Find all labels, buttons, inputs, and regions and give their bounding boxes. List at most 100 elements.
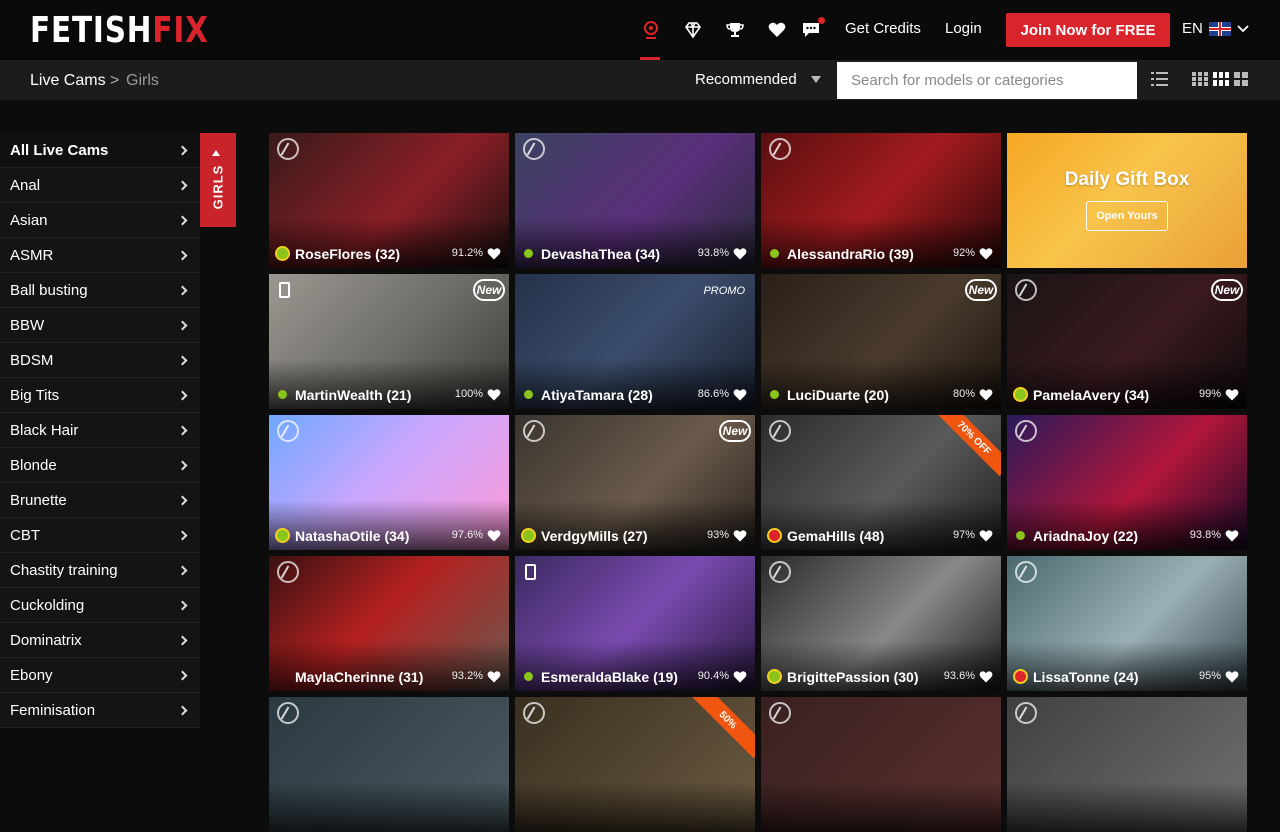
sidebar-item[interactable]: Big Tits: [0, 378, 200, 413]
model-card[interactable]: DevashaThea (34) 93.8%: [515, 133, 755, 268]
model-rating: 93.8%: [697, 247, 729, 259]
favorite-heart-icon[interactable]: [487, 247, 501, 260]
small-grid-view-icon[interactable]: [1192, 72, 1208, 91]
sidebar-item[interactable]: Ball busting: [0, 273, 200, 308]
girls-tab[interactable]: GIRLS: [200, 133, 236, 227]
sidebar-item[interactable]: Blonde: [0, 448, 200, 483]
sidebar-item[interactable]: Cuckolding: [0, 588, 200, 623]
model-card[interactable]: EsmeraldaBlake (19) 90.4%: [515, 556, 755, 691]
sidebar-item[interactable]: BBW: [0, 308, 200, 343]
model-name[interactable]: MartinWealth (21): [295, 387, 411, 403]
favorite-heart-icon[interactable]: [1225, 670, 1239, 683]
favorite-heart-icon[interactable]: [979, 388, 993, 401]
language-selector[interactable]: EN: [1182, 20, 1249, 37]
model-name[interactable]: MaylaCherinne (31): [295, 669, 423, 685]
join-now-button[interactable]: Join Now for FREE: [1006, 13, 1170, 47]
favorite-heart-icon[interactable]: [733, 247, 747, 260]
sidebar-item[interactable]: Ebony: [0, 658, 200, 693]
site-logo[interactable]: FETISH FIX: [30, 10, 209, 51]
favorite-heart-icon[interactable]: [487, 388, 501, 401]
online-status-dot: [524, 390, 533, 399]
model-card[interactable]: PROMO AtiyaTamara (28) 86.6%: [515, 274, 755, 409]
model-card[interactable]: New MartinWealth (21) 100%: [269, 274, 509, 409]
sidebar-item[interactable]: All Live Cams: [0, 133, 200, 168]
sidebar-item[interactable]: CBT: [0, 518, 200, 553]
model-name[interactable]: RoseFlores (32): [295, 246, 400, 262]
favorite-heart-icon[interactable]: [1225, 388, 1239, 401]
model-name[interactable]: LuciDuarte (20): [787, 387, 889, 403]
breadcrumb-live-cams[interactable]: Live Cams: [30, 72, 106, 90]
online-status-dot: [1013, 387, 1028, 402]
favorite-heart-icon[interactable]: [1225, 529, 1239, 542]
login-link[interactable]: Login: [945, 20, 982, 37]
sidebar-item[interactable]: Anal: [0, 168, 200, 203]
sidebar-item[interactable]: Asian: [0, 203, 200, 238]
model-name[interactable]: AriadnaJoy (22): [1033, 528, 1138, 544]
sidebar-item[interactable]: Feminisation: [0, 693, 200, 728]
model-card[interactable]: [761, 697, 1001, 832]
model-name[interactable]: VerdgyMills (27): [541, 528, 648, 544]
sidebar-item[interactable]: ASMR: [0, 238, 200, 273]
favorite-heart-icon[interactable]: [979, 670, 993, 683]
model-name[interactable]: AlessandraRio (39): [787, 246, 914, 262]
diamond-icon[interactable]: [681, 18, 705, 42]
get-credits-link[interactable]: Get Credits: [845, 20, 921, 37]
model-name[interactable]: NatashaOtile (34): [295, 528, 409, 544]
model-name[interactable]: EsmeraldaBlake (19): [541, 669, 678, 685]
sidebar-item-label: BBW: [10, 316, 45, 334]
model-card[interactable]: AlessandraRio (39) 92%: [761, 133, 1001, 268]
sidebar-item[interactable]: Dominatrix: [0, 623, 200, 658]
model-card[interactable]: [269, 697, 509, 832]
sidebar-item[interactable]: Chastity training: [0, 553, 200, 588]
model-card[interactable]: 50%: [515, 697, 755, 832]
search-input[interactable]: [837, 62, 1137, 99]
chevron-right-icon: [177, 320, 188, 330]
model-card[interactable]: New PamelaAvery (34) 99%: [1007, 274, 1247, 409]
favorite-heart-icon[interactable]: [979, 529, 993, 542]
online-status-dot: [770, 390, 779, 399]
model-name[interactable]: BrigittePassion (30): [787, 669, 918, 685]
favorite-heart-icon[interactable]: [487, 529, 501, 542]
sidebar-item-label: Asian: [10, 211, 48, 229]
favorite-heart-icon[interactable]: [487, 670, 501, 683]
favorite-heart-icon[interactable]: [733, 670, 747, 683]
open-gift-button[interactable]: Open Yours: [1086, 201, 1168, 231]
model-card[interactable]: RoseFlores (32) 91.2%: [269, 133, 509, 268]
hd-icon: [277, 138, 299, 160]
chat-icon[interactable]: [799, 17, 825, 42]
model-rating: 86.6%: [697, 388, 729, 400]
model-card[interactable]: BrigittePassion (30) 93.6%: [761, 556, 1001, 691]
favorite-heart-icon[interactable]: [979, 247, 993, 260]
trophy-icon[interactable]: [723, 18, 747, 42]
sidebar-item-label: All Live Cams: [10, 141, 109, 159]
medium-grid-view-icon[interactable]: [1213, 72, 1229, 91]
daily-gift-box-card[interactable]: Daily Gift Box Open Yours: [1007, 133, 1247, 268]
sidebar-item[interactable]: Brunette: [0, 483, 200, 518]
model-name[interactable]: GemaHills (48): [787, 528, 884, 544]
model-card[interactable]: LissaTonne (24) 95%: [1007, 556, 1247, 691]
card-gradient: [1007, 782, 1247, 832]
favorite-heart-icon[interactable]: [733, 388, 747, 401]
model-card[interactable]: AriadnaJoy (22) 93.8%: [1007, 415, 1247, 550]
model-name[interactable]: LissaTonne (24): [1033, 669, 1139, 685]
model-card[interactable]: NatashaOtile (34) 97.6%: [269, 415, 509, 550]
favorites-heart-icon[interactable]: [765, 18, 789, 42]
online-status-dot: [524, 249, 533, 258]
model-card[interactable]: MaylaCherinne (31) 93.2%: [269, 556, 509, 691]
model-name[interactable]: PamelaAvery (34): [1033, 387, 1149, 403]
list-view-icon[interactable]: [1151, 72, 1168, 91]
sidebar-item-label: Dominatrix: [10, 631, 82, 649]
model-card[interactable]: New VerdgyMills (27) 93%: [515, 415, 755, 550]
model-card[interactable]: 70% OFF GemaHills (48) 97%: [761, 415, 1001, 550]
model-name[interactable]: AtiyaTamara (28): [541, 387, 653, 403]
sidebar-item[interactable]: Black Hair: [0, 413, 200, 448]
model-card[interactable]: New LuciDuarte (20) 80%: [761, 274, 1001, 409]
sidebar-item[interactable]: BDSM: [0, 343, 200, 378]
live-cams-icon[interactable]: [639, 18, 663, 42]
favorite-heart-icon[interactable]: [733, 529, 747, 542]
sort-dropdown[interactable]: Recommended: [695, 71, 821, 88]
busy-status-dot: [1013, 669, 1028, 684]
large-grid-view-icon[interactable]: [1234, 72, 1249, 91]
model-name[interactable]: DevashaThea (34): [541, 246, 660, 262]
model-card[interactable]: [1007, 697, 1247, 832]
